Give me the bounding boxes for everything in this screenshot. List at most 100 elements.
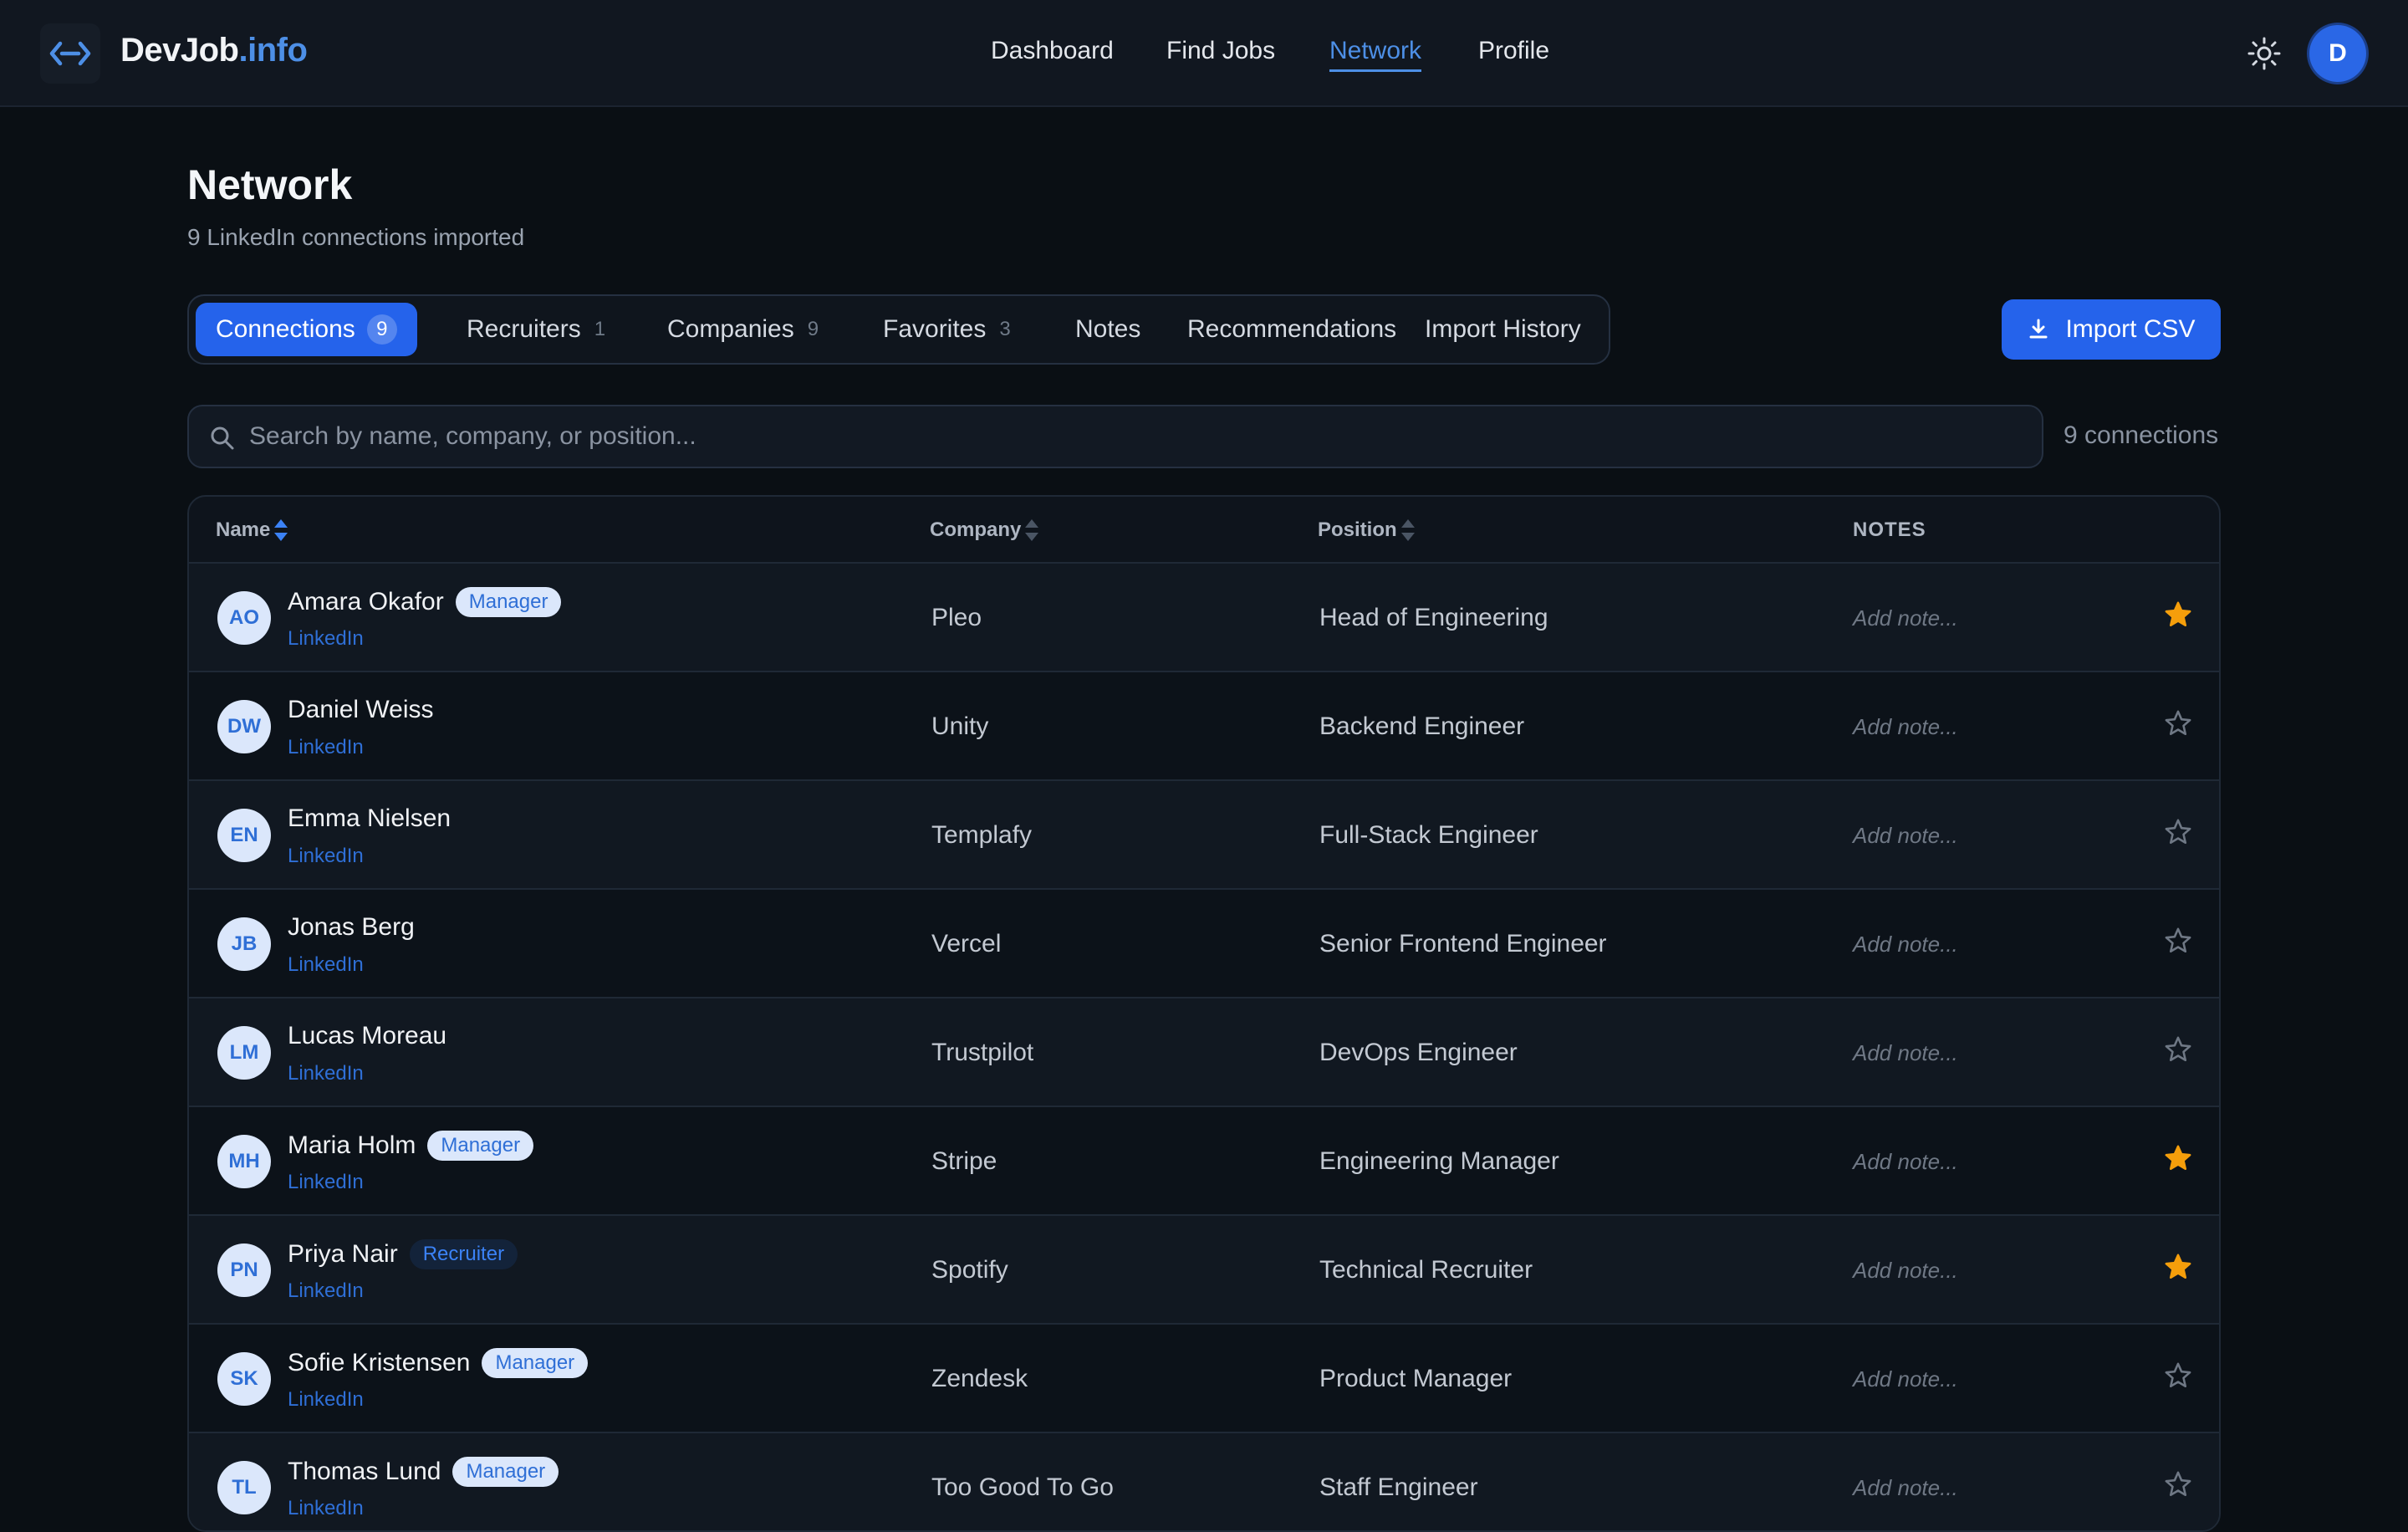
add-note-field[interactable]: Add note... (1853, 1149, 1958, 1175)
nav-profile[interactable]: Profile (1478, 37, 1549, 65)
top-navigation-bar: DevJob.info Dashboard Find Jobs Network … (0, 0, 2408, 107)
table-row[interactable]: TL Thomas Lund Manager LinkedIn Too Good To … (189, 1433, 2219, 1530)
contact-name: Sofie Kristensen Manager (288, 1348, 589, 1378)
contact-name: Daniel Weiss (288, 696, 434, 724)
star-outline-icon[interactable] (2164, 1361, 2192, 1390)
add-note-field[interactable]: Add note... (1853, 714, 1958, 740)
linkedin-link[interactable]: LinkedIn (288, 1497, 364, 1520)
add-note-field[interactable]: Add note... (1853, 605, 1958, 631)
linkedin-link[interactable]: LinkedIn (288, 1279, 364, 1303)
add-note-field[interactable]: Add note... (1853, 1475, 1958, 1501)
table-row[interactable]: SK Sofie Kristensen Manager LinkedIn Zendesk… (189, 1325, 2219, 1433)
star-filled-icon[interactable] (2164, 1144, 2192, 1172)
table-row[interactable]: EN Emma Nielsen LinkedIn Templafy Full-Stack… (189, 781, 2219, 890)
manager-badge: Manager (455, 587, 562, 617)
sort-icon (1024, 519, 1039, 541)
avatar: PN (217, 1243, 271, 1297)
position-cell: Full-Stack Engineer (1319, 821, 1538, 849)
add-note-field[interactable]: Add note... (1853, 1258, 1958, 1284)
column-position-header[interactable]: Position (1318, 518, 1416, 542)
contact-name: Amara Okafor Manager (288, 587, 562, 617)
position-cell: Senior Frontend Engineer (1319, 930, 1607, 958)
position-cell: Backend Engineer (1319, 712, 1525, 740)
star-filled-icon[interactable] (2164, 600, 2192, 629)
linkedin-link[interactable]: LinkedIn (288, 627, 364, 651)
theme-toggle-button[interactable] (2244, 33, 2284, 74)
tab-count: 9 (366, 314, 397, 345)
nav-dashboard[interactable]: Dashboard (991, 37, 1114, 65)
column-company-header[interactable]: Company (930, 518, 1039, 542)
add-note-field[interactable]: Add note... (1853, 1366, 1958, 1392)
column-label: Company (930, 518, 1022, 541)
page-subtitle: 9 LinkedIn connections imported (187, 224, 525, 250)
tab-recruiters[interactable]: Recruiters 1 (446, 303, 625, 356)
linkedin-link[interactable]: LinkedIn (288, 953, 364, 977)
tab-label: Favorites (883, 315, 987, 343)
sun-icon (2247, 37, 2281, 70)
add-note-field[interactable]: Add note... (1853, 1040, 1958, 1066)
tab-favorites[interactable]: Favorites 3 (863, 303, 1031, 356)
star-filled-icon[interactable] (2164, 1253, 2192, 1281)
tab-recommendations[interactable]: Recommendations (1167, 303, 1416, 356)
connections-table: Name Company Position NOTES AO Amara Okaf… (187, 495, 2221, 1532)
tab-label: Companies (667, 315, 794, 343)
star-outline-icon[interactable] (2164, 818, 2192, 846)
search-box (187, 405, 2043, 468)
add-note-field[interactable]: Add note... (1853, 823, 1958, 849)
column-notes-header: NOTES (1853, 518, 1926, 541)
star-outline-icon[interactable] (2164, 709, 2192, 738)
tab-companies[interactable]: Companies 9 (647, 303, 839, 356)
avatar: AO (217, 591, 271, 645)
tab-connections[interactable]: Connections 9 (196, 303, 417, 356)
add-note-field[interactable]: Add note... (1853, 932, 1958, 958)
import-csv-button[interactable]: Import CSV (2002, 299, 2221, 360)
sort-icon (1400, 519, 1416, 541)
network-tabs: Connections 9 Recruiters 1 Companies 9 F… (187, 294, 1610, 365)
nav-find-jobs[interactable]: Find Jobs (1166, 37, 1275, 65)
column-name-header[interactable]: Name (216, 518, 288, 542)
connections-count: 9 connections (2064, 421, 2219, 449)
position-cell: Head of Engineering (1319, 604, 1548, 631)
table-row[interactable]: JB Jonas Berg LinkedIn Vercel Senior Fronten… (189, 890, 2219, 998)
page-title: Network (187, 161, 353, 208)
search-input[interactable] (249, 406, 2005, 467)
table-row[interactable]: DW Daniel Weiss LinkedIn Unity Backend Engin… (189, 672, 2219, 781)
nav-network[interactable]: Network (1329, 37, 1422, 72)
contact-name-text: Thomas Lund (288, 1458, 441, 1485)
linkedin-link[interactable]: LinkedIn (288, 1062, 364, 1085)
tab-notes[interactable]: Notes (1055, 303, 1161, 356)
linkedin-link[interactable]: LinkedIn (288, 1388, 364, 1412)
contact-name-text: Amara Okafor (288, 588, 444, 615)
avatar: LM (217, 1026, 271, 1080)
table-row[interactable]: MH Maria Holm Manager LinkedIn Stripe Enginee… (189, 1107, 2219, 1216)
star-outline-icon[interactable] (2164, 927, 2192, 955)
column-label: Position (1318, 518, 1397, 541)
tab-import-history[interactable]: Import History (1405, 303, 1601, 356)
search-icon (211, 426, 234, 450)
contact-name-text: Lucas Moreau (288, 1022, 447, 1049)
contact-name: Thomas Lund Manager (288, 1457, 559, 1487)
avatar: EN (217, 809, 271, 862)
contact-name-text: Emma Nielsen (288, 804, 452, 832)
linkedin-link[interactable]: LinkedIn (288, 1171, 364, 1194)
linkedin-link[interactable]: LinkedIn (288, 845, 364, 868)
tab-count: 1 (594, 318, 606, 340)
contact-name: Jonas Berg (288, 913, 415, 942)
main-nav: Dashboard Find Jobs Network Profile (0, 0, 2408, 107)
star-outline-icon[interactable] (2164, 1035, 2192, 1064)
user-avatar[interactable]: D (2309, 25, 2366, 82)
company-cell: Unity (931, 712, 989, 740)
company-cell: Spotify (931, 1256, 1008, 1284)
company-cell: Too Good To Go (931, 1473, 1114, 1501)
company-cell: Zendesk (931, 1365, 1028, 1392)
tab-label: Recruiters (467, 315, 581, 343)
star-outline-icon[interactable] (2164, 1470, 2192, 1499)
table-row[interactable]: AO Amara Okafor Manager LinkedIn Pleo Head of… (189, 564, 2219, 672)
position-cell: Technical Recruiter (1319, 1256, 1533, 1284)
manager-badge: Manager (482, 1348, 589, 1378)
table-row[interactable]: PN Priya Nair Recruiter LinkedIn Spotify Tech… (189, 1216, 2219, 1325)
linkedin-link[interactable]: LinkedIn (288, 736, 364, 759)
avatar: JB (217, 917, 271, 971)
table-row[interactable]: LM Lucas Moreau LinkedIn Trustpilot DevOps E… (189, 998, 2219, 1107)
column-label: Name (216, 518, 271, 541)
